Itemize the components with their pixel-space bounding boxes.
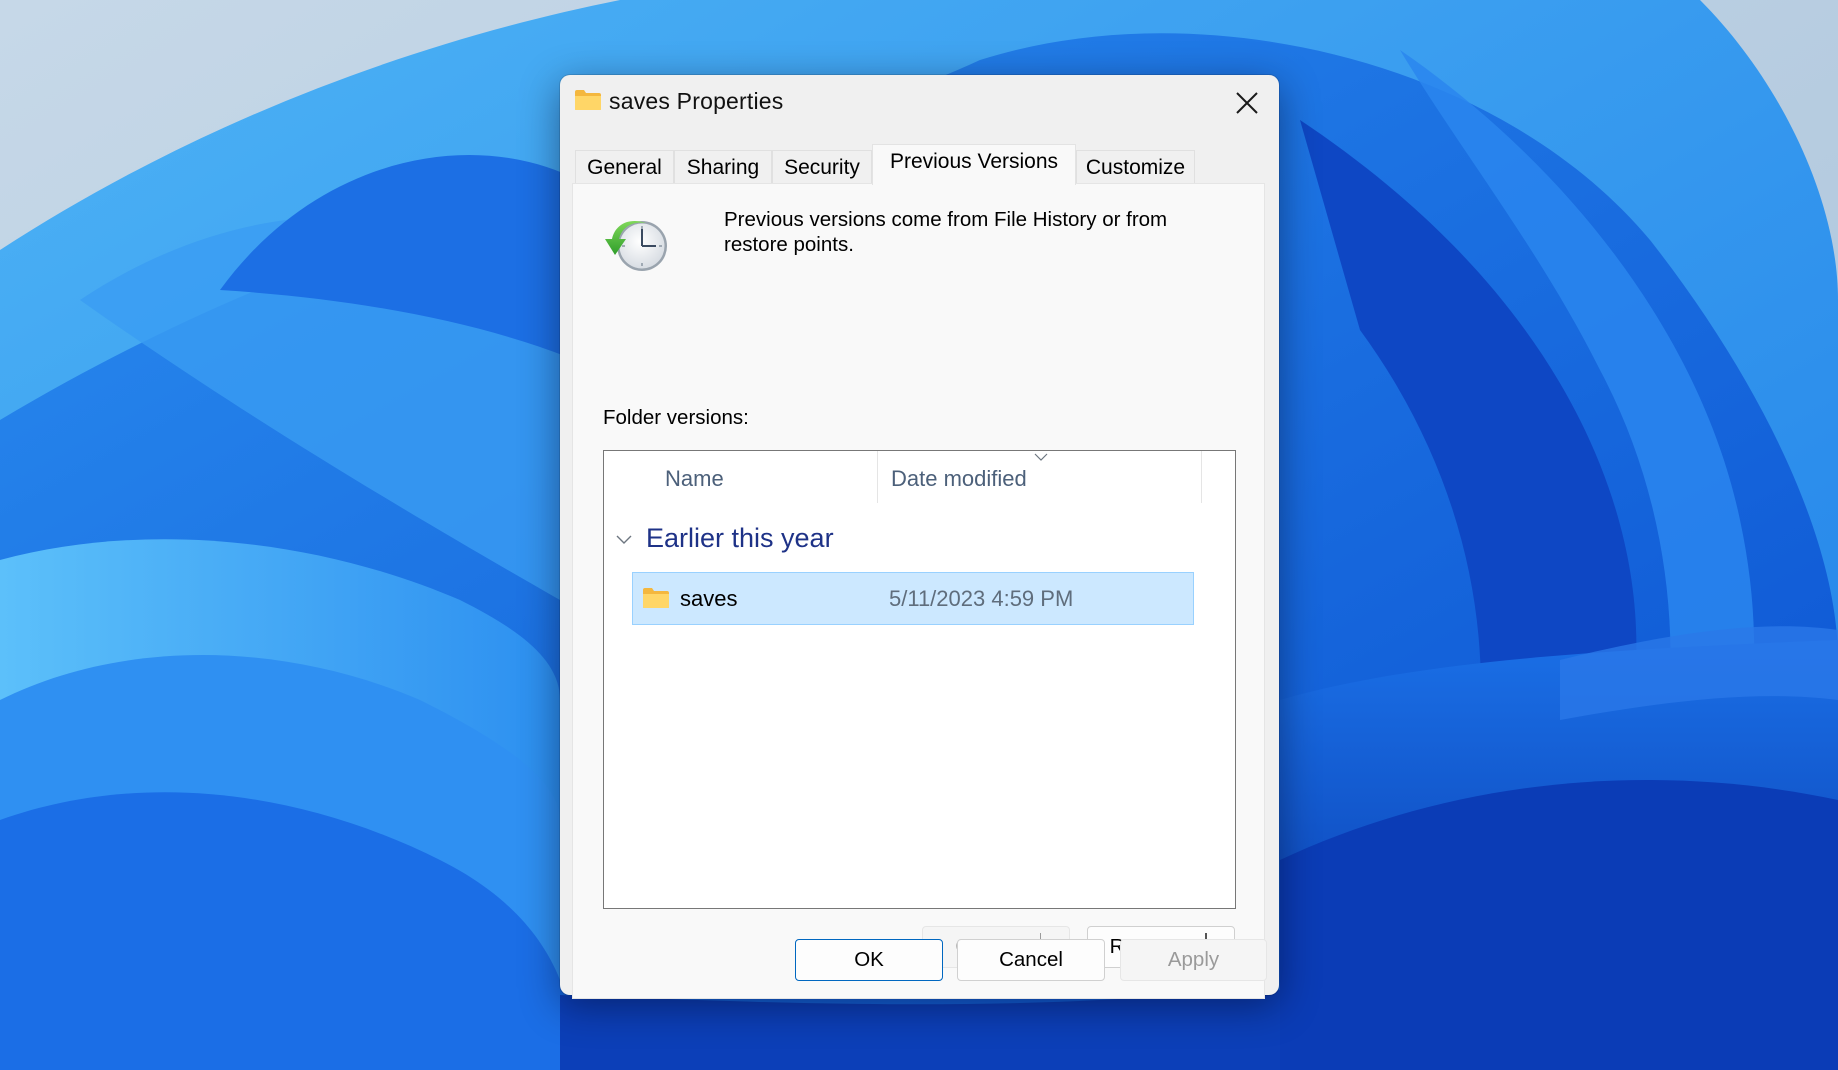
- column-header-name[interactable]: Name: [665, 451, 724, 503]
- close-icon: [1236, 92, 1258, 114]
- tab-previous-versions[interactable]: Previous Versions: [872, 144, 1076, 185]
- folder-versions-list[interactable]: Name Date modified Earlier this year sav…: [603, 450, 1236, 909]
- properties-dialog: saves Properties General Sharing Securit…: [560, 75, 1279, 999]
- window-title: saves Properties: [609, 88, 784, 114]
- cancel-button[interactable]: Cancel: [957, 939, 1105, 981]
- tab-label: General: [587, 156, 662, 179]
- tab-sharing[interactable]: Sharing: [674, 150, 772, 184]
- previous-versions-panel: Previous versions come from File History…: [572, 183, 1265, 999]
- tab-customize[interactable]: Customize: [1076, 150, 1195, 184]
- history-clock-icon: [605, 220, 667, 271]
- column-separator[interactable]: [877, 451, 878, 503]
- chevron-down-icon: [616, 535, 632, 544]
- apply-button[interactable]: Apply: [1120, 939, 1267, 981]
- tab-label: Customize: [1085, 156, 1186, 179]
- list-item[interactable]: saves 5/11/2023 4:59 PM: [632, 572, 1194, 625]
- close-button[interactable]: [1222, 81, 1270, 127]
- folder-icon: [643, 588, 669, 608]
- tab-label: Previous Versions: [889, 150, 1059, 173]
- column-header-date-modified[interactable]: Date modified: [891, 451, 1027, 503]
- tab-general[interactable]: General: [575, 150, 674, 184]
- info-text: Previous versions come from File History…: [724, 208, 1168, 256]
- ok-button[interactable]: OK: [795, 939, 943, 981]
- group-label: Earlier this year: [646, 523, 834, 553]
- folder-icon: [575, 90, 601, 110]
- title-bar[interactable]: saves Properties: [560, 75, 1279, 135]
- item-name: saves: [680, 586, 738, 611]
- tab-label: Security: [784, 156, 860, 179]
- column-separator[interactable]: [1201, 451, 1202, 503]
- item-date-modified: 5/11/2023 4:59 PM: [889, 586, 1074, 611]
- folder-versions-label: Folder versions:: [603, 406, 749, 429]
- tab-security[interactable]: Security: [772, 150, 872, 184]
- tab-label: Sharing: [686, 156, 760, 179]
- sort-descending-icon: [1034, 453, 1048, 461]
